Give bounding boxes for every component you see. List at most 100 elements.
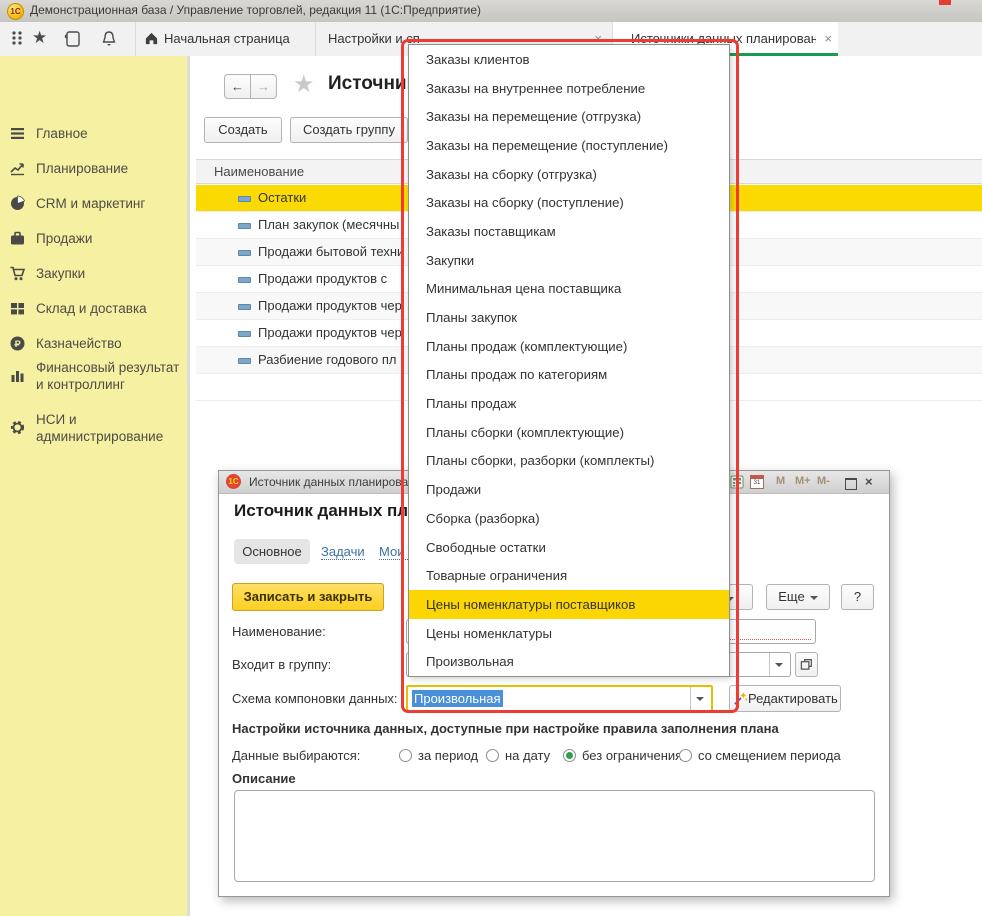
briefcase-icon <box>9 230 26 247</box>
calculator-icon[interactable] <box>730 475 744 489</box>
radio-so-smescheniem[interactable] <box>679 749 692 762</box>
dropdown-option[interactable]: Закупки <box>409 246 729 275</box>
dropdown-option[interactable]: Планы сборки, разборки (комплекты) <box>409 447 729 476</box>
dropdown-option[interactable]: Свободные остатки <box>409 533 729 562</box>
magic-wand-icon <box>733 691 748 706</box>
open-group-button[interactable] <box>795 652 818 677</box>
1c-form-icon: 1С <box>226 474 241 489</box>
window-title: Демонстрационная база / Управление торго… <box>30 3 481 17</box>
sidebar-item-label: Финансовый результат и контроллинг <box>36 359 181 393</box>
item-dash-icon <box>238 223 251 229</box>
favorites-star-icon[interactable]: ★ <box>32 28 50 46</box>
dropdown-option[interactable]: Планы продаж по категориям <box>409 361 729 390</box>
memory-m-minus-button[interactable]: M- <box>817 475 830 487</box>
sidebar-item-label: Главное <box>36 125 181 142</box>
section-sidebar: Главное Планирование CRM и маркетинг Про… <box>0 56 190 916</box>
dropdown-option[interactable]: Минимальная цена поставщика <box>409 275 729 304</box>
schema-field-label: Схема компоновки данных: <box>232 691 398 706</box>
create-button[interactable]: Создать <box>204 117 282 143</box>
app-logo-icon: 1С <box>7 3 24 20</box>
forward-button[interactable]: → <box>250 74 277 99</box>
bar-chart-icon <box>9 367 26 384</box>
tab-home[interactable]: Начальная страница <box>135 22 312 56</box>
create-group-button[interactable]: Создать группу <box>290 117 408 143</box>
notifications-bell-icon[interactable] <box>100 30 118 48</box>
row-label: Разбиение годового пл <box>258 352 397 367</box>
gear-icon <box>9 419 26 436</box>
window-titlebar: 1С Демонстрационная база / Управление то… <box>0 0 982 23</box>
edit-schema-button[interactable]: Редактировать <box>729 685 841 712</box>
item-dash-icon <box>238 331 251 337</box>
dropdown-option[interactable]: Заказы клиентов <box>409 45 729 74</box>
radio-za-period[interactable] <box>399 749 412 762</box>
dropdown-option[interactable]: Цены номенклатуры поставщиков <box>409 590 729 619</box>
row-label: Продажи продуктов чер <box>258 325 402 340</box>
more-button[interactable]: Еще <box>766 584 830 610</box>
radio-label[interactable]: со смещением периода <box>698 748 841 763</box>
history-icon[interactable] <box>64 30 82 48</box>
item-dash-icon <box>238 277 251 283</box>
sidebar-item-label: Планирование <box>36 160 181 177</box>
dropdown-option[interactable]: Товарные ограничения <box>409 561 729 590</box>
radio-bez-ogranicheniya[interactable] <box>563 749 576 762</box>
memory-m-button[interactable]: M <box>776 475 785 487</box>
planning-icon <box>9 160 26 177</box>
chevron-down-icon <box>810 596 818 600</box>
apps-menu-icon[interactable] <box>8 30 26 48</box>
combo-dropdown-button[interactable] <box>769 653 790 676</box>
dropdown-option[interactable]: Планы сборки (комплектующие) <box>409 418 729 447</box>
calendar-icon[interactable]: 31 <box>750 475 764 489</box>
dropdown-option[interactable]: Планы продаж <box>409 389 729 418</box>
dropdown-option[interactable]: Цены номенклатуры <box>409 619 729 648</box>
app-window: 1С Демонстрационная база / Управление то… <box>0 0 982 916</box>
row-label: Продажи продуктов чер <box>258 298 402 313</box>
radio-label[interactable]: за период <box>418 748 478 763</box>
cart-icon <box>9 265 26 282</box>
save-and-close-button[interactable]: Записать и закрыть <box>232 583 384 611</box>
dialog-tab-tasks[interactable]: Задачи <box>321 544 365 560</box>
dialog-tab-main[interactable]: Основное <box>234 539 310 564</box>
dropdown-option[interactable]: Заказы поставщикам <box>409 217 729 246</box>
home-icon <box>144 31 159 46</box>
dropdown-option[interactable]: Заказы на сборку (отгрузка) <box>409 160 729 189</box>
favorite-star-icon[interactable]: ★ <box>293 70 315 99</box>
dialog-close-icon[interactable]: × <box>865 474 873 489</box>
schema-combo-input[interactable]: Произвольная <box>406 685 713 712</box>
sidebar-item-label: Продажи <box>36 230 181 247</box>
ruble-icon: P <box>9 335 26 352</box>
memory-m-plus-button[interactable]: M+ <box>795 475 811 487</box>
help-button[interactable]: ? <box>841 584 874 610</box>
dropdown-option[interactable]: Заказы на сборку (поступление) <box>409 188 729 217</box>
group-field-label: Входит в группу: <box>232 657 331 672</box>
dropdown-option[interactable]: Произвольная <box>409 647 729 676</box>
dropdown-option[interactable]: Заказы на перемещение (поступление) <box>409 131 729 160</box>
tab-label: Начальная страница <box>164 31 290 46</box>
sidebar-item-label: Закупки <box>36 265 181 282</box>
settings-section-header: Настройки источника данных, доступные пр… <box>232 721 779 736</box>
radio-label[interactable]: без ограничения <box>582 748 682 763</box>
menu-icon <box>9 125 26 142</box>
description-textarea[interactable] <box>234 790 875 882</box>
maximize-icon[interactable] <box>845 478 857 490</box>
tab-close-icon[interactable]: × <box>824 31 832 46</box>
sidebar-item-label: Склад и доставка <box>36 300 181 317</box>
dropdown-option[interactable]: Сборка (разборка) <box>409 504 729 533</box>
window-close-button[interactable] <box>939 0 951 5</box>
sidebar-item-label: CRM и маркетинг <box>36 195 181 212</box>
chevron-down-icon <box>775 663 783 667</box>
schema-selected-value: Произвольная <box>412 690 503 707</box>
radio-na-datu[interactable] <box>486 749 499 762</box>
dropdown-option[interactable]: Планы закупок <box>409 303 729 332</box>
dropdown-option[interactable]: Планы продаж (комплектующие) <box>409 332 729 361</box>
dropdown-option[interactable]: Заказы на перемещение (отгрузка) <box>409 102 729 131</box>
radio-label[interactable]: на дату <box>505 748 550 763</box>
dropdown-option[interactable]: Заказы на внутреннее потребление <box>409 74 729 103</box>
pie-chart-icon <box>9 195 26 212</box>
dropdown-option[interactable]: Продажи <box>409 475 729 504</box>
back-button[interactable]: ← <box>224 74 251 99</box>
combo-dropdown-button[interactable] <box>690 687 711 710</box>
sidebar-item-label: Казначейство <box>36 335 181 352</box>
data-select-label: Данные выбираются: <box>232 748 360 763</box>
name-field-label: Наименование: <box>232 624 326 639</box>
schema-dropdown-list: Заказы клиентов Заказы на внутреннее пот… <box>408 44 730 677</box>
